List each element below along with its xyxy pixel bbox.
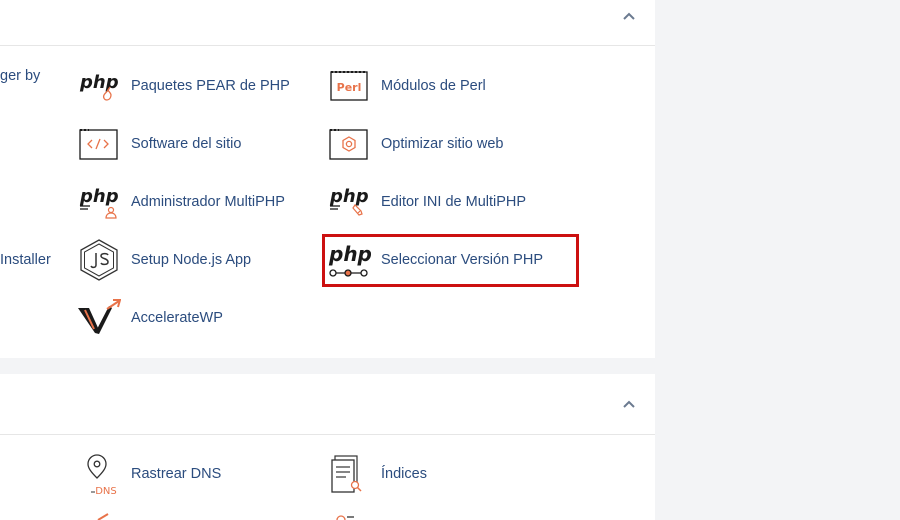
index-document-icon	[327, 452, 371, 496]
svg-text:php: php	[329, 186, 369, 207]
advanced-panel	[0, 374, 655, 520]
partial-icon	[97, 513, 109, 520]
item-label: Optimizar sitio web	[381, 136, 504, 152]
item-label: Módulos de Perl	[381, 78, 486, 94]
optimize-window-icon	[327, 122, 371, 166]
chevron-up-icon	[623, 400, 635, 408]
item-perl-modules[interactable]: Perl Módulos de Perl	[327, 64, 486, 108]
acceleratewp-icon	[77, 296, 121, 340]
svg-text:php: php	[79, 72, 119, 93]
item-select-php-version[interactable]: php Seleccionar Versión PHP	[327, 238, 543, 282]
item-label: Administrador MultiPHP	[131, 194, 285, 210]
item-label: Seleccionar Versión PHP	[381, 252, 543, 268]
collapse-advanced-panel-button[interactable]	[621, 396, 637, 412]
dns-pin-icon: DNS	[77, 452, 121, 496]
advanced-panel-header[interactable]	[0, 374, 655, 435]
svg-text:php: php	[328, 242, 371, 266]
cut-item-label[interactable]: Installer	[0, 252, 51, 268]
partial-icon	[336, 515, 354, 520]
php-edit-icon: php	[327, 180, 371, 224]
item-label: Editor INI de MultiPHP	[381, 194, 527, 210]
svg-text:Perl: Perl	[337, 81, 362, 94]
item-label: Software del sitio	[131, 136, 242, 152]
code-window-icon	[77, 122, 121, 166]
collapse-software-panel-button[interactable]	[621, 8, 637, 24]
item-label: Rastrear DNS	[131, 466, 222, 482]
php-user-icon: php	[77, 180, 121, 224]
chevron-up-icon	[623, 12, 635, 20]
item-label: Índices	[381, 466, 427, 482]
svg-text:DNS: DNS	[95, 486, 117, 496]
item-multiphp-manager[interactable]: php Administrador MultiPHP	[77, 180, 285, 224]
software-panel-header[interactable]	[0, 0, 655, 46]
item-setup-nodejs-app[interactable]: Setup Node.js App	[77, 238, 251, 282]
item-track-dns[interactable]: DNS Rastrear DNS	[77, 452, 221, 496]
item-label: AccelerateWP	[131, 310, 223, 326]
item-acceleratewp[interactable]: AccelerateWP	[77, 296, 223, 340]
php-selector-icon: php	[327, 238, 371, 282]
perl-icon: Perl	[327, 64, 371, 108]
item-indexes[interactable]: Índices	[327, 452, 427, 496]
item-site-software[interactable]: Software del sitio	[77, 122, 241, 166]
svg-text:php: php	[79, 186, 119, 207]
php-pear-icon: php	[77, 64, 121, 108]
item-label: Setup Node.js App	[131, 252, 252, 268]
item-optimize-website[interactable]: Optimizar sitio web	[327, 122, 503, 166]
item-label: Paquetes PEAR de PHP	[131, 78, 290, 94]
cut-item-label[interactable]: ger by	[0, 68, 40, 84]
nodejs-icon	[77, 238, 121, 282]
item-php-pear[interactable]: php Paquetes PEAR de PHP	[77, 64, 290, 108]
item-multiphp-ini-editor[interactable]: php Editor INI de MultiPHP	[327, 180, 526, 224]
